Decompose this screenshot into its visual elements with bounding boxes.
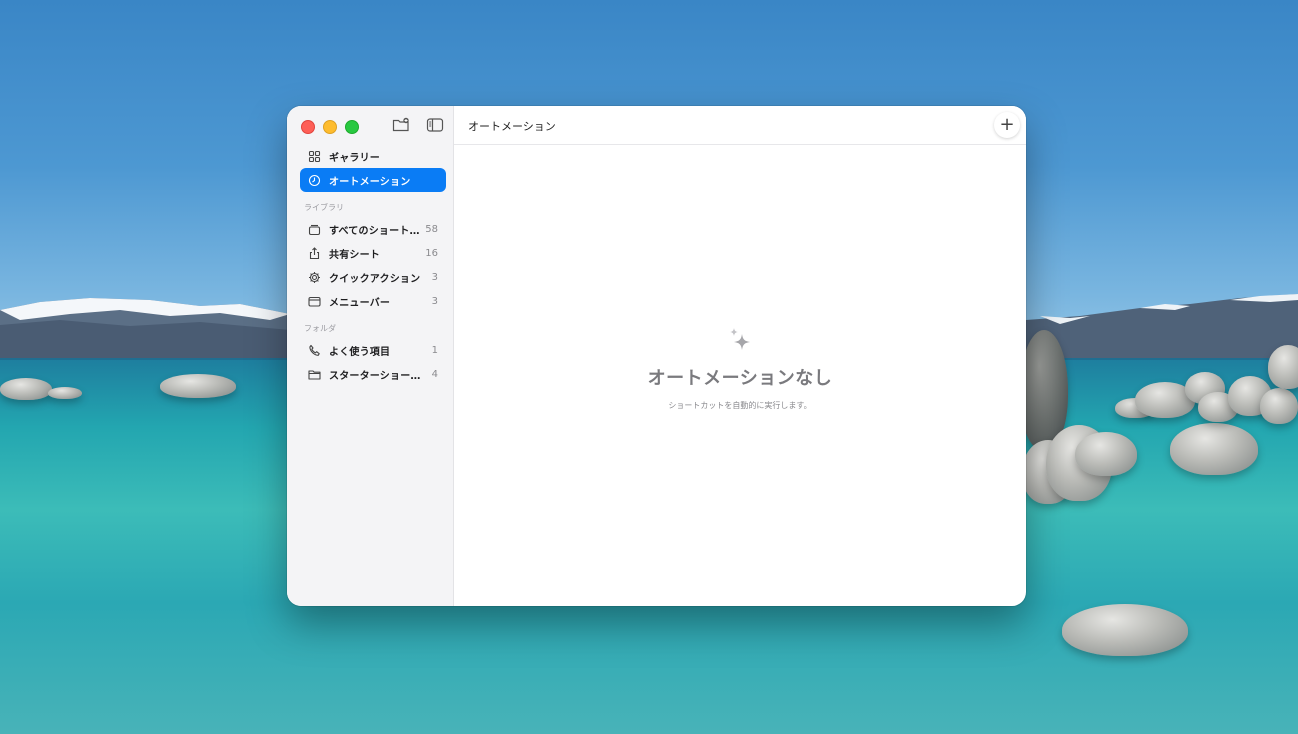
sidebar: ギャラリー オートメーション ライブラリ すべてのショートカ… 58 共有シート… (287, 106, 454, 606)
gear-icon (308, 271, 321, 284)
sidebar-item-label: すべてのショートカ… (329, 225, 422, 237)
empty-state-subtitle: ショートカットを自動的に実行します。 (668, 401, 812, 410)
sidebar-item-share-sheet[interactable]: 共有シート 16 (300, 241, 446, 265)
empty-state: オートメーションなし ショートカットを自動的に実行します。 (454, 326, 1026, 411)
new-folder-icon[interactable] (392, 117, 410, 133)
sparkle-icon (730, 328, 750, 350)
empty-state-title: オートメーションなし (647, 368, 833, 389)
sidebar-item-menu-bar[interactable]: メニューバー 3 (300, 289, 446, 313)
rock (1075, 432, 1137, 476)
main-toolbar: オートメーション + (454, 106, 1026, 145)
sidebar-item-count: 58 (425, 223, 438, 235)
sidebar-item-label: スターターショートカ… (329, 370, 428, 382)
minimize-button[interactable] (323, 120, 337, 134)
menubar-icon (308, 295, 321, 308)
sidebar-item-label: メニューバー (329, 297, 391, 309)
stack-icon (308, 223, 321, 236)
window-controls (301, 120, 359, 134)
sidebar-item-all-shortcuts[interactable]: すべてのショートカ… 58 (300, 217, 446, 241)
sidebar-item-starter-shortcuts[interactable]: スターターショートカ… 4 (300, 362, 446, 386)
zoom-button[interactable] (345, 120, 359, 134)
sidebar-item-favorites[interactable]: よく使う項目 1 (300, 338, 446, 362)
sidebar-item-automation[interactable]: オートメーション (300, 168, 446, 192)
sidebar-item-label: クイックアクション (329, 273, 421, 285)
grid-icon (308, 150, 321, 163)
sidebar-item-gallery[interactable]: ギャラリー (300, 144, 446, 168)
page-title: オートメーション (468, 120, 556, 133)
rock (1062, 604, 1188, 656)
rock (1260, 388, 1298, 424)
folder-icon (308, 368, 321, 381)
clock-icon (308, 174, 321, 187)
rock (1170, 423, 1258, 475)
share-icon (308, 246, 321, 260)
shortcuts-window: ギャラリー オートメーション ライブラリ すべてのショートカ… 58 共有シート… (287, 106, 1026, 606)
sidebar-toggle-icon[interactable] (426, 117, 444, 133)
rock (48, 387, 82, 399)
sidebar-item-count: 1 (431, 344, 438, 356)
sidebar-item-count: 16 (425, 247, 438, 259)
sidebar-item-count: 3 (431, 271, 438, 283)
sidebar-item-label: ギャラリー (329, 152, 380, 164)
rock (1268, 345, 1298, 389)
phone-icon (308, 344, 321, 357)
add-automation-button[interactable]: + (994, 112, 1020, 138)
sidebar-item-label: オートメーション (329, 176, 411, 188)
sidebar-item-quick-actions[interactable]: クイックアクション 3 (300, 265, 446, 289)
rock (160, 374, 236, 398)
close-button[interactable] (301, 120, 315, 134)
sidebar-item-label: よく使う項目 (329, 346, 391, 358)
sidebar-item-count: 4 (431, 368, 438, 380)
sidebar-item-label: 共有シート (329, 249, 380, 261)
sidebar-item-count: 3 (431, 295, 438, 307)
rock (0, 378, 52, 400)
library-section-label: ライブラリ (304, 203, 344, 212)
sidebar-nav: ギャラリー オートメーション ライブラリ すべてのショートカ… 58 共有シート… (300, 144, 446, 386)
folders-section-label: フォルダ (304, 324, 336, 333)
